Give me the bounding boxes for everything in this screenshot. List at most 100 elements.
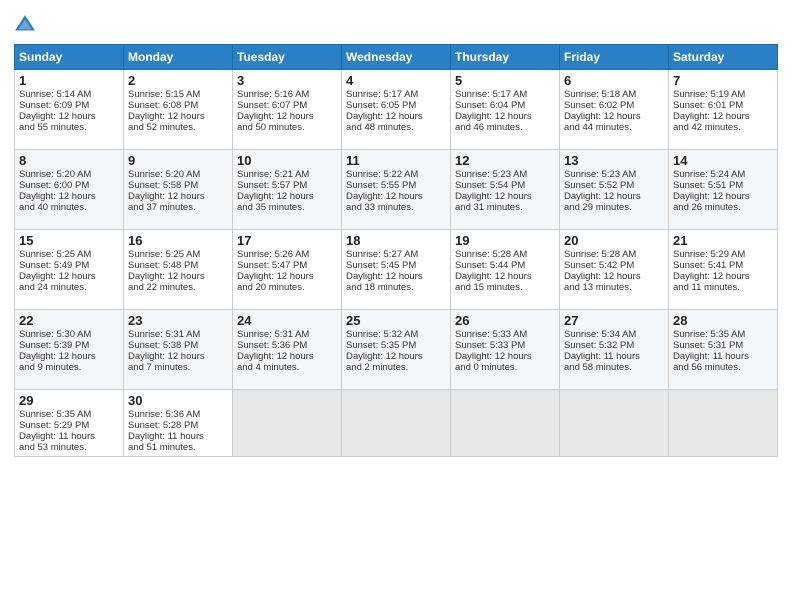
day-number: 8	[19, 153, 119, 168]
logo-icon	[14, 14, 36, 36]
cell-line: Sunrise: 5:20 AM	[128, 169, 228, 180]
cell-line: Sunrise: 5:23 AM	[455, 169, 555, 180]
cell-line: Sunset: 5:55 PM	[346, 180, 446, 191]
cell-line: Daylight: 11 hours	[128, 431, 228, 442]
day-number: 4	[346, 73, 446, 88]
cell-line: Sunrise: 5:31 AM	[237, 329, 337, 340]
cell-line: Sunrise: 5:29 AM	[673, 249, 773, 260]
cell-line: Sunset: 6:05 PM	[346, 100, 446, 111]
cell-line: and 26 minutes.	[673, 202, 773, 213]
cell-line: Sunset: 5:45 PM	[346, 260, 446, 271]
calendar-header-row: SundayMondayTuesdayWednesdayThursdayFrid…	[15, 45, 778, 70]
cell-line: Sunrise: 5:18 AM	[564, 89, 664, 100]
cell-line: Sunrise: 5:27 AM	[346, 249, 446, 260]
cell-line: Daylight: 12 hours	[455, 191, 555, 202]
cell-line: and 55 minutes.	[19, 122, 119, 133]
calendar-cell: 25Sunrise: 5:32 AMSunset: 5:35 PMDayligh…	[342, 310, 451, 390]
cell-line: Sunrise: 5:31 AM	[128, 329, 228, 340]
cell-line: and 9 minutes.	[19, 362, 119, 373]
calendar-cell: 9Sunrise: 5:20 AMSunset: 5:58 PMDaylight…	[124, 150, 233, 230]
day-number: 2	[128, 73, 228, 88]
cell-line: and 51 minutes.	[128, 442, 228, 453]
cell-line: Sunset: 5:29 PM	[19, 420, 119, 431]
calendar-cell: 26Sunrise: 5:33 AMSunset: 5:33 PMDayligh…	[451, 310, 560, 390]
day-number: 3	[237, 73, 337, 88]
cell-line: Sunrise: 5:20 AM	[19, 169, 119, 180]
cell-line: Sunrise: 5:22 AM	[346, 169, 446, 180]
day-number: 21	[673, 233, 773, 248]
cell-line: Sunrise: 5:25 AM	[128, 249, 228, 260]
cell-line: Daylight: 12 hours	[237, 271, 337, 282]
calendar-cell: 30Sunrise: 5:36 AMSunset: 5:28 PMDayligh…	[124, 390, 233, 457]
cell-line: Sunrise: 5:28 AM	[455, 249, 555, 260]
day-number: 27	[564, 313, 664, 328]
cell-line: Sunset: 5:49 PM	[19, 260, 119, 271]
cell-line: and 15 minutes.	[455, 282, 555, 293]
day-number: 17	[237, 233, 337, 248]
calendar-cell: 19Sunrise: 5:28 AMSunset: 5:44 PMDayligh…	[451, 230, 560, 310]
cell-line: Sunset: 5:47 PM	[237, 260, 337, 271]
cell-line: Sunrise: 5:34 AM	[564, 329, 664, 340]
cell-line: Daylight: 12 hours	[673, 271, 773, 282]
cell-line: Daylight: 12 hours	[455, 351, 555, 362]
calendar-cell: 24Sunrise: 5:31 AMSunset: 5:36 PMDayligh…	[233, 310, 342, 390]
calendar-cell: 7Sunrise: 5:19 AMSunset: 6:01 PMDaylight…	[669, 70, 778, 150]
calendar-header	[14, 10, 778, 36]
calendar-table: SundayMondayTuesdayWednesdayThursdayFrid…	[14, 44, 778, 457]
cell-line: and 18 minutes.	[346, 282, 446, 293]
cell-line: and 13 minutes.	[564, 282, 664, 293]
cell-line: and 0 minutes.	[455, 362, 555, 373]
cell-line: Daylight: 12 hours	[19, 191, 119, 202]
cell-line: Sunset: 6:07 PM	[237, 100, 337, 111]
cell-line: and 42 minutes.	[673, 122, 773, 133]
calendar-cell: 16Sunrise: 5:25 AMSunset: 5:48 PMDayligh…	[124, 230, 233, 310]
cell-line: Sunset: 5:38 PM	[128, 340, 228, 351]
day-number: 26	[455, 313, 555, 328]
cell-line: Sunset: 6:02 PM	[564, 100, 664, 111]
cell-line: Daylight: 12 hours	[19, 271, 119, 282]
cell-line: Daylight: 11 hours	[564, 351, 664, 362]
day-number: 22	[19, 313, 119, 328]
cell-line: Sunset: 5:32 PM	[564, 340, 664, 351]
weekday-header: Sunday	[15, 45, 124, 70]
calendar-cell: 1Sunrise: 5:14 AMSunset: 6:09 PMDaylight…	[15, 70, 124, 150]
day-number: 18	[346, 233, 446, 248]
calendar-cell: 17Sunrise: 5:26 AMSunset: 5:47 PMDayligh…	[233, 230, 342, 310]
cell-line: Sunset: 6:08 PM	[128, 100, 228, 111]
calendar-cell: 27Sunrise: 5:34 AMSunset: 5:32 PMDayligh…	[560, 310, 669, 390]
cell-line: Sunrise: 5:30 AM	[19, 329, 119, 340]
cell-line: Daylight: 12 hours	[564, 271, 664, 282]
cell-line: and 29 minutes.	[564, 202, 664, 213]
day-number: 13	[564, 153, 664, 168]
day-number: 25	[346, 313, 446, 328]
day-number: 11	[346, 153, 446, 168]
weekday-header: Wednesday	[342, 45, 451, 70]
calendar-cell: 3Sunrise: 5:16 AMSunset: 6:07 PMDaylight…	[233, 70, 342, 150]
cell-line: and 4 minutes.	[237, 362, 337, 373]
cell-line: Sunset: 5:39 PM	[19, 340, 119, 351]
day-number: 14	[673, 153, 773, 168]
cell-line: Daylight: 12 hours	[346, 351, 446, 362]
day-number: 10	[237, 153, 337, 168]
cell-line: Daylight: 12 hours	[237, 191, 337, 202]
cell-line: Daylight: 12 hours	[128, 351, 228, 362]
calendar-cell: 20Sunrise: 5:28 AMSunset: 5:42 PMDayligh…	[560, 230, 669, 310]
cell-line: and 7 minutes.	[128, 362, 228, 373]
cell-line: Sunset: 5:52 PM	[564, 180, 664, 191]
cell-line: Sunset: 5:44 PM	[455, 260, 555, 271]
cell-line: Sunrise: 5:19 AM	[673, 89, 773, 100]
cell-line: Sunrise: 5:16 AM	[237, 89, 337, 100]
cell-line: Daylight: 12 hours	[564, 191, 664, 202]
cell-line: Sunset: 5:51 PM	[673, 180, 773, 191]
calendar-container: SundayMondayTuesdayWednesdayThursdayFrid…	[0, 0, 792, 612]
day-number: 5	[455, 73, 555, 88]
cell-line: Daylight: 12 hours	[455, 271, 555, 282]
cell-line: Sunrise: 5:35 AM	[673, 329, 773, 340]
cell-line: Sunset: 5:35 PM	[346, 340, 446, 351]
weekday-header: Friday	[560, 45, 669, 70]
cell-line: and 40 minutes.	[19, 202, 119, 213]
cell-line: Sunrise: 5:21 AM	[237, 169, 337, 180]
calendar-cell: 5Sunrise: 5:17 AMSunset: 6:04 PMDaylight…	[451, 70, 560, 150]
day-number: 20	[564, 233, 664, 248]
cell-line: Daylight: 12 hours	[673, 111, 773, 122]
